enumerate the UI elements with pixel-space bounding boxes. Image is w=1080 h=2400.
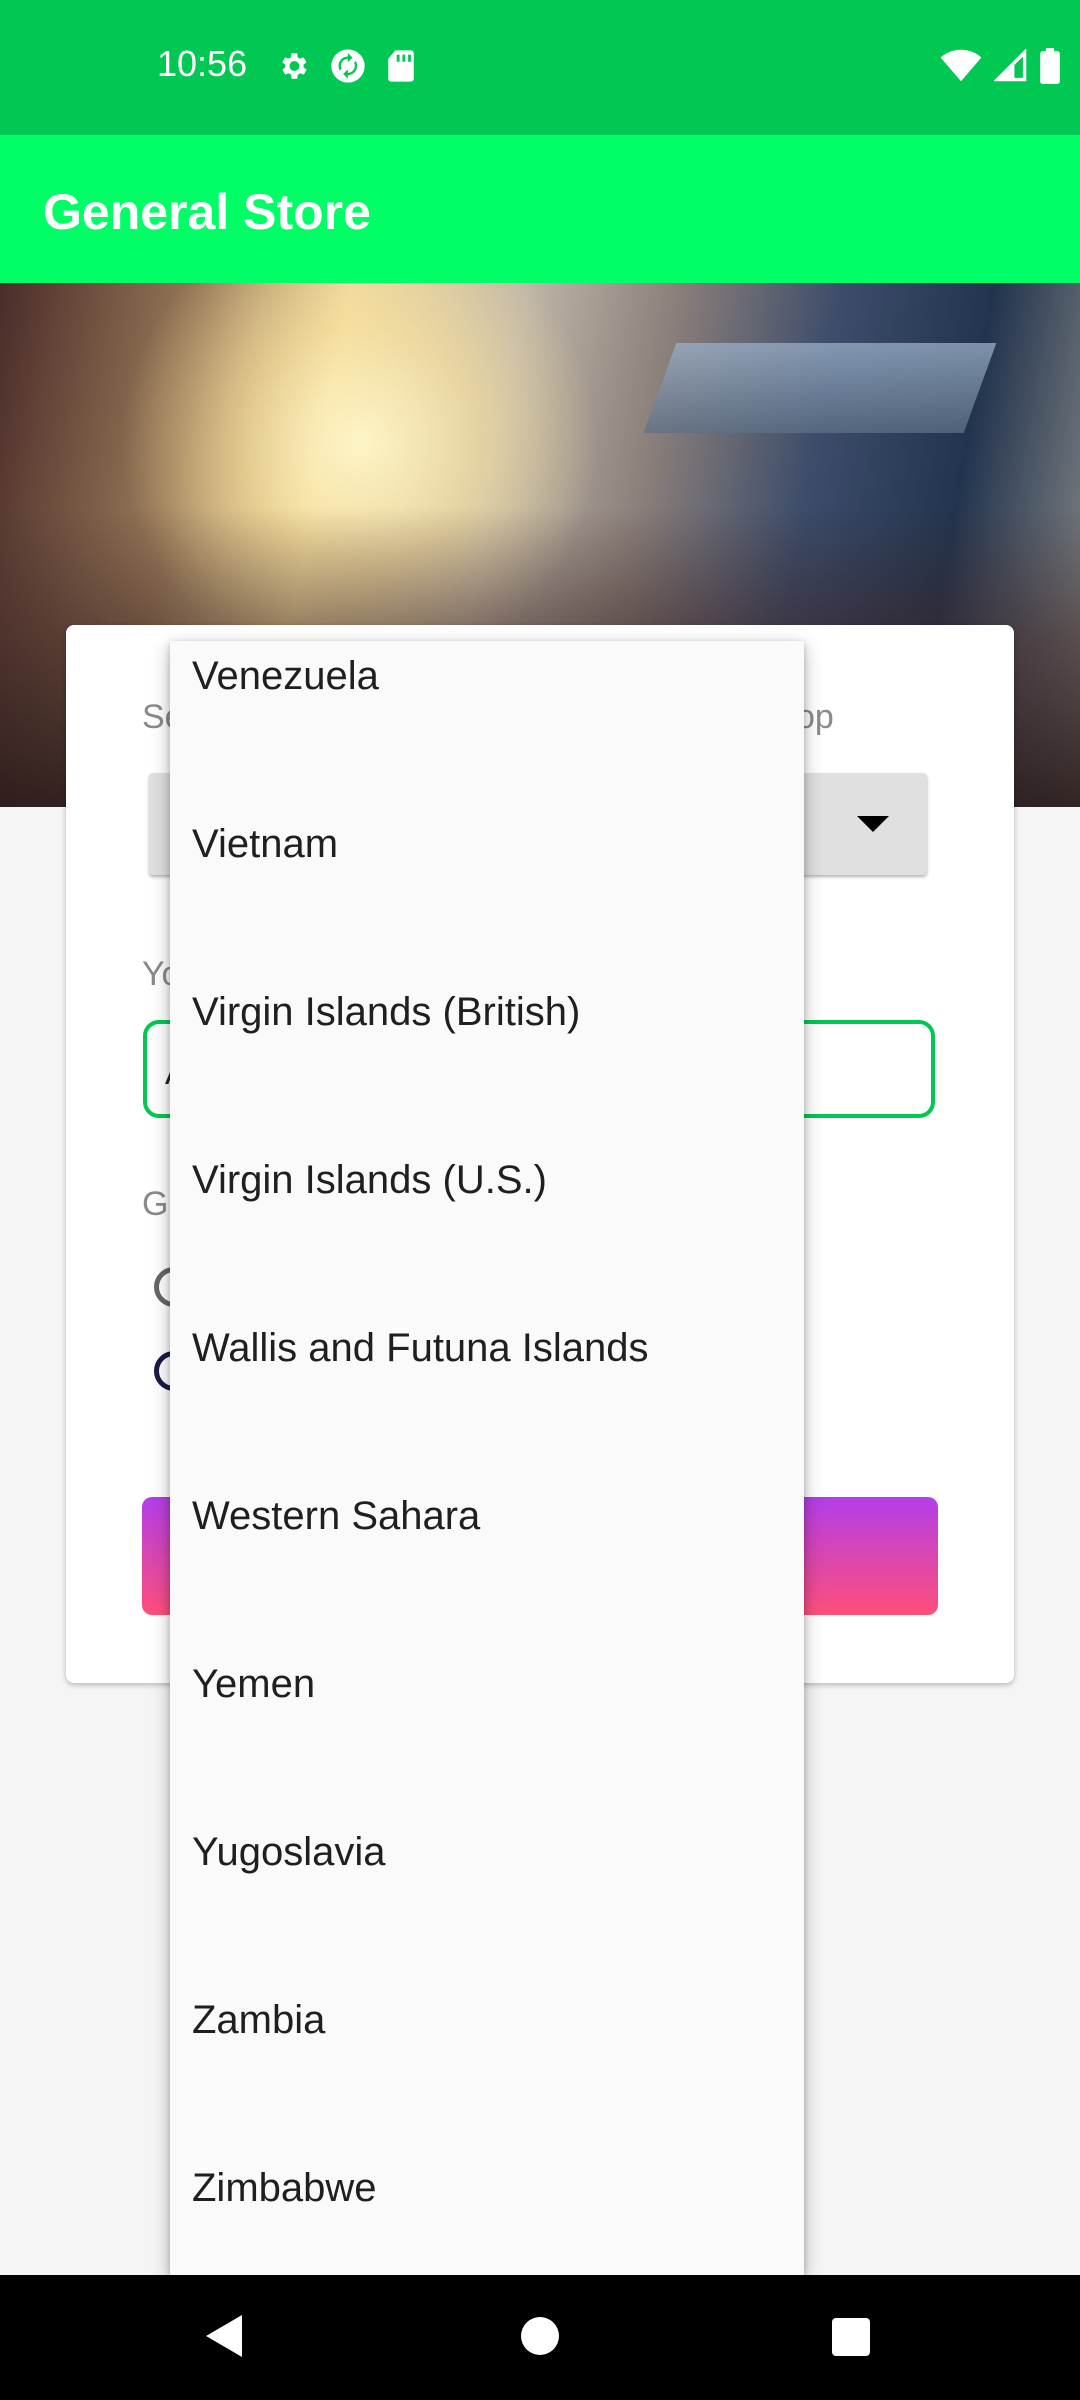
dropdown-item-virgin-islands-british[interactable]: Virgin Islands (British): [192, 990, 580, 1035]
hero-awning: [643, 343, 997, 433]
status-bar: 10:56: [0, 0, 1080, 135]
gear-icon: [282, 53, 307, 79]
dropdown-arrow-icon: [857, 816, 889, 832]
app-title: General Store: [43, 184, 371, 240]
battery-icon: [1040, 48, 1060, 84]
dropdown-item-yugoslavia[interactable]: Yugoslavia: [192, 1830, 385, 1875]
dropdown-item-vietnam[interactable]: Vietnam: [192, 822, 338, 867]
status-icons-left: [276, 46, 416, 86]
system-nav-bar: [0, 2275, 1080, 2400]
dropdown-item-western-sahara[interactable]: Western Sahara: [192, 1494, 480, 1539]
status-time: 10:56: [157, 43, 248, 84]
dropdown-item-zambia[interactable]: Zambia: [192, 1998, 325, 2043]
dropdown-item-wallis-futuna[interactable]: Wallis and Futuna Islands: [192, 1326, 649, 1371]
app-bar: General Store: [0, 135, 1080, 283]
dropdown-item-venezuela[interactable]: Venezuela: [192, 654, 379, 699]
country-dropdown-list[interactable]: Venezuela Vietnam Virgin Islands (Britis…: [170, 641, 804, 2275]
home-icon[interactable]: [521, 2317, 559, 2355]
dropdown-item-yemen[interactable]: Yemen: [192, 1662, 315, 1707]
status-icons-right: [940, 48, 1060, 84]
dropdown-item-virgin-islands-us[interactable]: Virgin Islands (U.S.): [192, 1158, 547, 1203]
back-icon[interactable]: [206, 2315, 242, 2357]
dropdown-item-zimbabwe[interactable]: Zimbabwe: [192, 2166, 377, 2211]
wifi-icon: [940, 49, 982, 82]
sd-card-icon: [388, 50, 414, 82]
signal-icon: [994, 49, 1027, 82]
recents-icon[interactable]: [832, 2318, 870, 2356]
sync-icon: [331, 49, 365, 83]
